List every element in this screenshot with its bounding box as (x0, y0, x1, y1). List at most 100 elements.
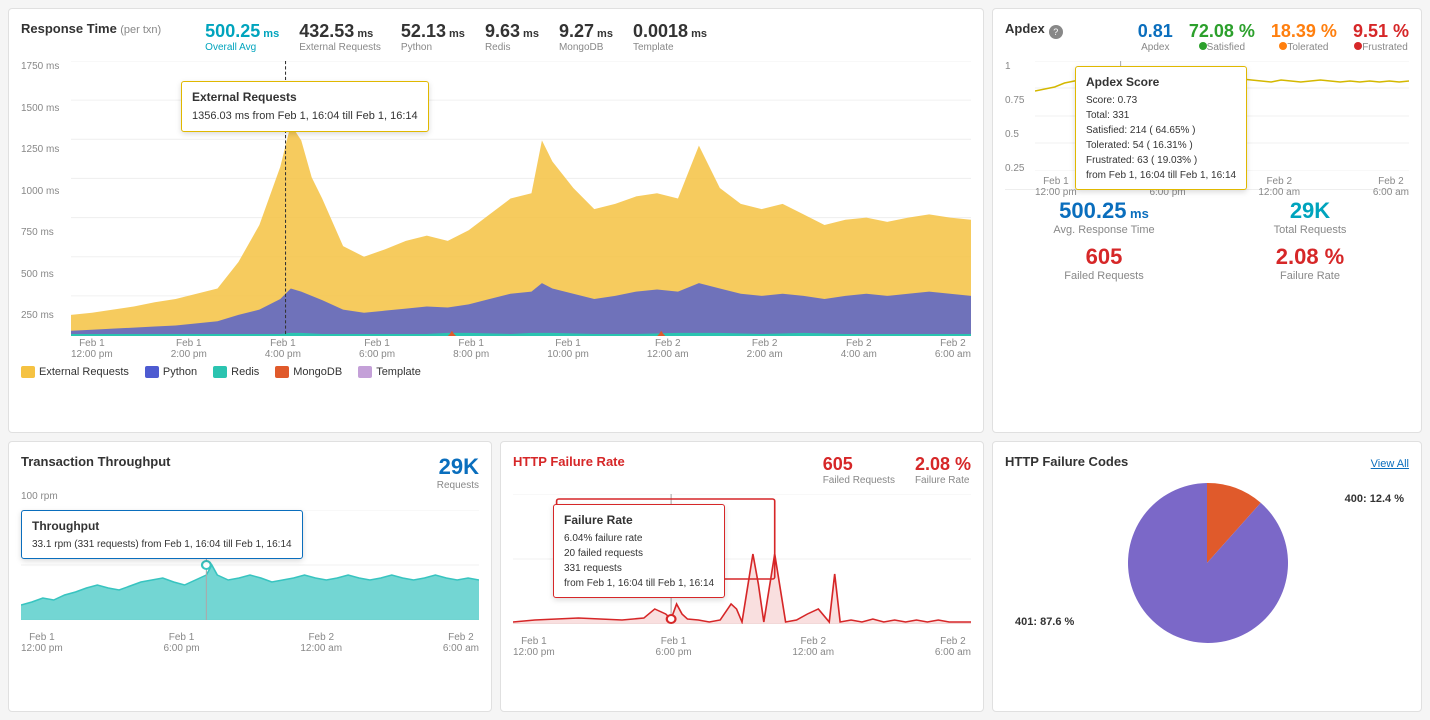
apdex-y1: 1 (1005, 61, 1035, 72)
failure-rate-pct-val: 2.08 % (915, 454, 971, 475)
apdex-chart-area: Apdex Score Score: 0.73 Total: 331 Satis… (1005, 61, 1409, 181)
frustrated-label: Frustrated (1354, 42, 1408, 53)
legend-label-python: Python (163, 366, 197, 378)
apdex-stats: 500.25 ms Avg. Response Time 29K Total R… (1005, 198, 1409, 282)
apdex-tooltip-range: from Feb 1, 16:04 till Feb 1, 16:14 (1086, 168, 1236, 183)
legend-external-requests: External Requests (21, 366, 129, 378)
response-time-card: Response Time (per txn) 500.25 ms Overal… (8, 8, 984, 433)
failure-x-feb2-6am: Feb 26:00 am (935, 636, 971, 658)
xaxis-feb1-8pm: Feb 18:00 pm (453, 338, 489, 360)
apdex-help-icon[interactable]: ? (1049, 25, 1063, 39)
tolerated-dot (1279, 42, 1287, 50)
response-time-header: Response Time (per txn) 500.25 ms Overal… (21, 21, 971, 53)
throughput-header: Transaction Throughput 29K Requests (21, 454, 479, 491)
tolerated-metric: 18.39 % Tolerated (1271, 21, 1337, 53)
legend-mongodb: MongoDB (275, 366, 342, 378)
failure-x-feb2-12am: Feb 212:00 am (792, 636, 834, 658)
throughput-tooltip: Throughput 33.1 rpm (331 requests) from … (21, 510, 303, 559)
python-label: Python (401, 42, 465, 53)
yaxis-250: 250 ms (21, 310, 71, 321)
tooltip-line1: 1356.03 ms from Feb 1, 16:04 till Feb 1,… (192, 108, 418, 125)
apdex-title-group: Apdex ? (1005, 21, 1063, 42)
failure-rate-stat: 2.08 % Failure Rate (1211, 244, 1409, 282)
mongodb-label: MongoDB (559, 42, 613, 53)
response-time-tooltip: External Requests 1356.03 ms from Feb 1,… (181, 81, 429, 132)
response-time-chart-container: External Requests 1356.03 ms from Feb 1,… (21, 61, 971, 360)
mongodb-metric: 9.27 ms MongoDB (559, 21, 613, 53)
mongodb-value: 9.27 ms (559, 21, 613, 42)
response-time-subtitle: (per txn) (120, 24, 161, 36)
xaxis-feb2-4am: Feb 24:00 am (841, 338, 877, 360)
throughput-tooltip-line1: 33.1 rpm (331 requests) from Feb 1, 16:0… (32, 537, 292, 552)
failure-codes-card: HTTP Failure Codes View All 400: 12.4 % … (992, 441, 1422, 712)
yaxis-1750: 1750 ms (21, 61, 71, 72)
legend-label-redis: Redis (231, 366, 259, 378)
throughput-value: 29K (437, 454, 479, 480)
total-requests-label: Total Requests (1274, 224, 1347, 236)
failure-rate-pct-metric: 2.08 % Failure Rate (915, 454, 971, 486)
legend-label-mongodb: MongoDB (293, 366, 342, 378)
failure-tooltip-line3: 331 requests (564, 561, 714, 576)
failed-req-label: Failed Requests (823, 475, 895, 486)
redis-metric: 9.63 ms Redis (485, 21, 539, 53)
xaxis-feb1-2pm: Feb 12:00 pm (171, 338, 207, 360)
xaxis-feb2-12am: Feb 212:00 am (647, 338, 689, 360)
apdex-y025: 0.25 (1005, 163, 1035, 174)
chart-with-yaxis: 1750 ms 1500 ms 1250 ms 1000 ms 750 ms 5… (21, 61, 971, 336)
legend-dot-external (21, 366, 35, 378)
apdex-main-metric: 0.81 Apdex (1138, 21, 1173, 53)
view-all-link[interactable]: View All (1371, 458, 1409, 470)
apdex-tooltip-score: Score: 0.73 (1086, 93, 1236, 108)
template-metric: 0.0018 ms Template (633, 21, 707, 53)
template-value: 0.0018 ms (633, 21, 707, 42)
legend-label-external: External Requests (39, 366, 129, 378)
yaxis-750: 750 ms (21, 227, 71, 238)
yaxis-labels: 1750 ms 1500 ms 1250 ms 1000 ms 750 ms 5… (21, 61, 71, 321)
pie-chart-svg (1107, 463, 1307, 663)
failure-rate-metrics: 605 Failed Requests 2.08 % Failure Rate (823, 454, 971, 486)
throughput-card: Transaction Throughput 29K Requests 100 … (8, 441, 492, 712)
apdex-yaxis: 1 0.75 0.5 0.25 (1005, 61, 1035, 174)
overall-avg-label: Overall Avg (205, 42, 279, 53)
throughput-xaxis: Feb 112:00 pm Feb 16:00 pm Feb 212:00 am… (21, 632, 479, 654)
yaxis-500: 500 ms (21, 269, 71, 280)
satisfied-label: Satisfied (1199, 42, 1245, 53)
xaxis-feb2-2am: Feb 22:00 am (747, 338, 783, 360)
redis-label: Redis (485, 42, 539, 53)
apdex-main-label: Apdex (1141, 42, 1169, 53)
overall-avg-value: 500.25 ms (205, 21, 279, 42)
throughput-x-feb2-6am: Feb 26:00 am (443, 632, 479, 654)
legend-dot-python (145, 366, 159, 378)
throughput-tooltip-title: Throughput (32, 517, 292, 535)
apdex-x-feb2-6am: Feb 26:00 am (1373, 176, 1409, 198)
total-requests-stat: 29K Total Requests (1211, 198, 1409, 236)
apdex-tooltip-total: Total: 331 (1086, 108, 1236, 123)
chart-legend: External Requests Python Redis MongoDB T… (21, 366, 971, 378)
python-value: 52.13 ms (401, 21, 465, 42)
tooltip-title: External Requests (192, 88, 418, 106)
template-label: Template (633, 42, 707, 53)
throughput-area (21, 565, 479, 620)
xaxis-feb1-6pm: Feb 16:00 pm (359, 338, 395, 360)
avg-response-value: 500.25 ms (1059, 198, 1149, 224)
total-requests-value: 29K (1290, 198, 1330, 224)
ext-req-label: External Requests (299, 42, 381, 53)
satisfied-value: 72.08 % (1189, 21, 1255, 42)
apdex-x-feb2-12am: Feb 212:00 am (1258, 176, 1300, 198)
apdex-tooltip-satisfied: Satisfied: 214 ( 64.65% ) (1086, 123, 1236, 138)
avg-response-stat: 500.25 ms Avg. Response Time (1005, 198, 1203, 236)
failure-chart: Failure Rate 6.04% failure rate 20 faile… (513, 494, 971, 634)
failure-rate-card: HTTP Failure Rate 605 Failed Requests 2.… (500, 441, 984, 712)
failure-xaxis: Feb 112:00 pm Feb 16:00 pm Feb 212:00 am… (513, 636, 971, 658)
python-metric: 52.13 ms Python (401, 21, 465, 53)
throughput-chart: Throughput 33.1 rpm (331 requests) from … (21, 510, 479, 630)
pie-chart-container: 400: 12.4 % 401: 87.6 % (1005, 483, 1409, 643)
frustrated-dot (1354, 42, 1362, 50)
pie-label-401: 401: 87.6 % (1015, 616, 1074, 628)
failed-requests-value: 605 (1086, 244, 1123, 270)
legend-redis: Redis (213, 366, 259, 378)
throughput-x-feb1-12pm: Feb 112:00 pm (21, 632, 63, 654)
tolerated-label: Tolerated (1279, 42, 1328, 53)
satisfied-metric: 72.08 % Satisfied (1189, 21, 1255, 53)
apdex-tooltip-title: Apdex Score (1086, 73, 1236, 91)
